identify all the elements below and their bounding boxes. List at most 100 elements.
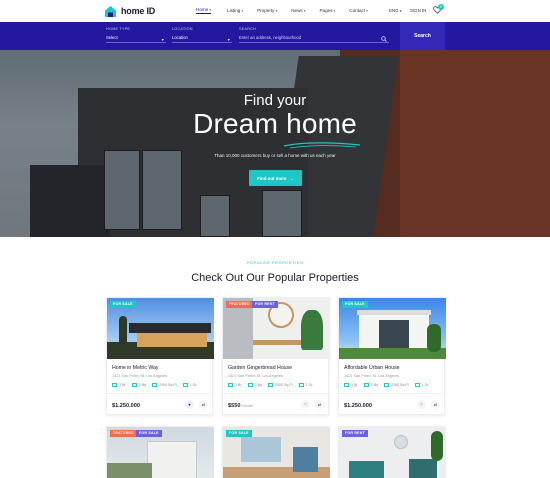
house-lit-window-shape bbox=[137, 333, 207, 347]
favorite-button[interactable]: ♡ bbox=[301, 400, 310, 409]
compare-button[interactable]: ⇄ bbox=[315, 400, 324, 409]
location-field: LOCATION Location bbox=[172, 27, 193, 40]
nav-listing[interactable]: Listing ▾ bbox=[227, 7, 243, 14]
property-card[interactable]: FOR SALE bbox=[222, 426, 330, 478]
nav-home[interactable]: Home ▾ bbox=[196, 7, 212, 14]
search-input[interactable]: Enter an address, neighbourhood bbox=[239, 35, 301, 40]
home-type-field: HOME TYPE Select bbox=[106, 27, 130, 40]
chevron-down-icon: ▾ bbox=[303, 8, 306, 13]
featured-tag: FEATURED bbox=[110, 430, 137, 437]
area-value: 2300 Sq.Ft bbox=[275, 383, 293, 387]
logo[interactable]: home ID bbox=[104, 4, 155, 18]
house-roof-shape bbox=[129, 323, 211, 333]
bath-icon bbox=[247, 383, 253, 387]
chevron-down-icon: ▾ bbox=[209, 7, 212, 12]
section-title: Check Out Our Popular Properties bbox=[191, 272, 359, 284]
bed-icon bbox=[112, 383, 117, 387]
heart-outline-icon: ♡ bbox=[419, 402, 424, 407]
property-card[interactable]: FOR SALE Home in Metric Way 1421 San Ped… bbox=[106, 297, 214, 415]
hero-title-line2: Dream home bbox=[193, 108, 357, 139]
bathrooms: 3 Ba bbox=[247, 383, 262, 387]
bathrooms: 3 Ba bbox=[363, 383, 378, 387]
house-window-shape bbox=[379, 320, 409, 348]
search-field: SEARCH Enter an address, neighbourhood bbox=[239, 27, 301, 40]
area-value: 2300 Sq.Ft bbox=[391, 383, 409, 387]
hero-overlay bbox=[0, 50, 550, 237]
home-type-select[interactable]: Select bbox=[106, 35, 130, 40]
logo-house-icon bbox=[105, 5, 116, 17]
property-address: 1421 San Pedro St, Los Angeles bbox=[228, 374, 283, 378]
property-image[interactable]: FOR SALE bbox=[339, 298, 446, 359]
area: 2300 Sq.Ft bbox=[384, 383, 409, 387]
section-eyebrow: POPULAR PROPERTIES bbox=[246, 260, 304, 265]
bath-icon bbox=[363, 383, 369, 387]
favorites-count-badge: 0 bbox=[438, 4, 444, 10]
plant-shape bbox=[431, 431, 443, 461]
for-sale-tag: FOR SALE bbox=[110, 301, 136, 308]
bathrooms-value: 3 Ba bbox=[370, 383, 378, 387]
nav-pages-label: Pages bbox=[319, 8, 333, 13]
area-value: 2300 Sq.Ft bbox=[159, 383, 177, 387]
heart-filled-icon: ♥ bbox=[188, 402, 191, 407]
chevron-down-icon: ▾ bbox=[333, 8, 336, 13]
property-address: 1421 San Pedro St, Los Angeles bbox=[112, 374, 167, 378]
property-address: 1421 San Pedro St, Los Angeles bbox=[344, 374, 399, 378]
bedrooms-value: 3 Br bbox=[119, 383, 126, 387]
favorite-button[interactable]: ♥ bbox=[185, 400, 194, 409]
language-label: ENG bbox=[389, 8, 399, 13]
garage: 1 Gr bbox=[414, 383, 429, 387]
language-selector[interactable]: ENG ▾ bbox=[389, 8, 402, 13]
property-card[interactable]: FOR RENT bbox=[338, 426, 446, 478]
hill-shape bbox=[107, 463, 152, 478]
bedrooms: 3 Br bbox=[112, 383, 126, 387]
search-label: SEARCH bbox=[239, 27, 257, 31]
nav-news[interactable]: News ▾ bbox=[291, 7, 305, 14]
heart-outline-icon: ♡ bbox=[303, 402, 308, 407]
featured-tag: FEATURED bbox=[226, 301, 253, 308]
nav-contact-label: Contact bbox=[349, 8, 366, 13]
property-title[interactable]: Home in Metric Way bbox=[112, 365, 159, 371]
compare-button[interactable]: ⇄ bbox=[431, 400, 440, 409]
garage-value: 1 Gr bbox=[189, 383, 197, 387]
property-title[interactable]: Garden Gingerbread House bbox=[228, 365, 292, 371]
property-image[interactable]: FEATURED FOR SALE bbox=[107, 427, 214, 478]
chevron-down-icon: ▼ bbox=[161, 38, 165, 42]
compare-arrows-icon: ⇄ bbox=[317, 402, 322, 407]
chevron-down-icon: ▾ bbox=[241, 8, 244, 13]
property-title[interactable]: Affordable Urban House bbox=[344, 365, 400, 371]
sign-in-link[interactable]: SIGN IN bbox=[410, 8, 426, 13]
property-image[interactable]: FOR SALE bbox=[107, 298, 214, 359]
property-image[interactable]: FOR RENT bbox=[339, 427, 446, 478]
bathrooms-value: 3 Ba bbox=[254, 383, 262, 387]
nav-contact[interactable]: Contact ▾ bbox=[349, 7, 368, 14]
kitchen-cabinet-shape bbox=[293, 447, 318, 472]
main-nav: Home ▾ Listing ▾ Property ▾ News ▾ Pages… bbox=[196, 7, 368, 14]
location-label: LOCATION bbox=[172, 27, 193, 31]
favorite-button[interactable]: ♡ bbox=[417, 400, 426, 409]
property-features: 3 Br 3 Ba 2300 Sq.Ft 1 Gr bbox=[344, 383, 429, 387]
for-sale-tag: FOR SALE bbox=[136, 430, 162, 437]
bathrooms-value: 3 Ba bbox=[138, 383, 146, 387]
bedrooms-value: 3 Br bbox=[351, 383, 358, 387]
find-out-more-label: Find out more bbox=[257, 175, 287, 181]
bed-icon bbox=[228, 383, 233, 387]
search-underline bbox=[239, 42, 389, 43]
nav-property[interactable]: Property ▾ bbox=[257, 7, 277, 14]
price-unit: /month bbox=[241, 404, 254, 408]
search-icon[interactable] bbox=[381, 36, 387, 42]
home-type-label: HOME TYPE bbox=[106, 27, 131, 31]
property-card[interactable]: FEATURED FOR RENT Garden Gingerbread Hou… bbox=[222, 297, 330, 415]
property-features: 3 Br 3 Ba 2300 Sq.Ft 1 Gr bbox=[228, 383, 313, 387]
location-select[interactable]: Location bbox=[172, 35, 193, 40]
search-button[interactable]: Search bbox=[400, 22, 445, 50]
property-card[interactable]: FOR SALE Affordable Urban House 1421 San… bbox=[338, 297, 446, 415]
property-card[interactable]: FEATURED FOR SALE bbox=[106, 426, 214, 478]
property-price: $550/month bbox=[228, 403, 253, 409]
property-image[interactable]: FOR SALE bbox=[223, 427, 330, 478]
chevron-down-icon: ▼ bbox=[227, 38, 231, 42]
tree-shape bbox=[119, 316, 127, 346]
compare-button[interactable]: ⇄ bbox=[199, 400, 208, 409]
find-out-more-button[interactable]: Find out more → bbox=[249, 170, 302, 186]
property-image[interactable]: FEATURED FOR RENT bbox=[223, 298, 330, 359]
nav-pages[interactable]: Pages ▾ bbox=[319, 7, 335, 14]
